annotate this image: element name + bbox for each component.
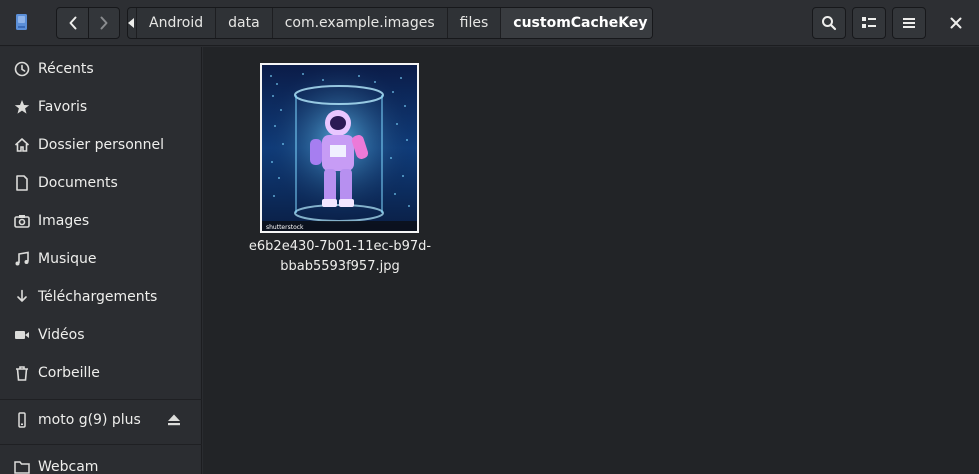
path-scroll-left-button[interactable] — [128, 8, 137, 38]
file-item[interactable]: shutterstock e6b2e430-7b01-11ec-b97d- bb… — [239, 63, 439, 283]
document-icon — [13, 175, 30, 192]
breadcrumb-data[interactable]: data — [216, 8, 273, 38]
sidebar-item-label: Webcam — [38, 459, 99, 474]
file-view: shutterstock e6b2e430-7b01-11ec-b97d- bb… — [203, 47, 979, 474]
astronaut-image-icon: shutterstock — [262, 65, 417, 231]
sidebar-item-telechargements[interactable]: Téléchargements — [0, 278, 202, 316]
breadcrumb-android[interactable]: Android — [137, 8, 217, 38]
search-button[interactable] — [812, 7, 846, 39]
star-icon — [13, 99, 30, 116]
drive-icon — [15, 13, 29, 32]
svg-text:shutterstock: shutterstock — [266, 224, 304, 231]
sidebar-item-favoris[interactable]: Favoris — [0, 88, 202, 126]
chevron-left-icon — [69, 16, 76, 30]
file-name: e6b2e430-7b01-11ec-b97d- bbab5593f957.jp… — [239, 237, 441, 277]
hamburger-menu-icon — [903, 18, 915, 28]
sidebar-item-musique[interactable]: Musique — [0, 240, 202, 278]
eject-button[interactable] — [166, 412, 182, 428]
sidebar-item-device-phone[interactable]: moto g(9) plus — [0, 401, 202, 439]
forward-button[interactable] — [88, 8, 119, 38]
download-icon — [13, 289, 30, 306]
sidebar-item-label: Images — [38, 213, 90, 229]
camera-icon — [13, 213, 30, 230]
sidebar-item-label: Vidéos — [38, 327, 85, 343]
search-icon — [822, 16, 837, 31]
view-mode-button[interactable] — [852, 7, 886, 39]
menu-button[interactable] — [892, 7, 926, 39]
chevron-right-icon — [100, 16, 108, 30]
sidebar-item-webcam[interactable]: Webcam — [0, 448, 202, 474]
image-thumbnail[interactable]: shutterstock — [260, 63, 419, 233]
sidebar-item-label: moto g(9) plus — [38, 412, 141, 428]
sidebar-item-documents[interactable]: Documents — [0, 164, 202, 202]
breadcrumb-com-example-images[interactable]: com.example.images — [273, 8, 448, 38]
eject-icon — [168, 414, 180, 426]
close-button[interactable] — [946, 13, 966, 33]
clock-icon — [13, 61, 30, 78]
phone-icon — [13, 412, 30, 429]
sidebar-item-label: Documents — [38, 175, 118, 191]
navigation-buttons — [56, 7, 120, 39]
sidebar-item-videos[interactable]: Vidéos — [0, 316, 202, 354]
view-list-icon — [862, 17, 876, 28]
sidebar-item-label: Musique — [38, 251, 97, 267]
breadcrumb-files[interactable]: files — [448, 8, 502, 38]
music-icon — [13, 251, 30, 268]
sidebar-divider — [0, 444, 202, 445]
sidebar-item-home[interactable]: Dossier personnel — [0, 126, 202, 164]
sidebar-item-images[interactable]: Images — [0, 202, 202, 240]
triangle-left-icon — [128, 18, 134, 28]
home-icon — [13, 137, 30, 154]
header-bar: Android data com.example.images files cu… — [0, 0, 979, 46]
sidebar-item-corbeille[interactable]: Corbeille — [0, 354, 202, 392]
sidebar-divider — [0, 399, 202, 400]
sidebar-item-label: Dossier personnel — [38, 137, 165, 153]
back-button[interactable] — [57, 8, 88, 38]
file-name-line: e6b2e430-7b01-11ec-b97d- — [248, 239, 432, 254]
file-name-line: bbab5593f957.jpg — [280, 259, 400, 274]
path-bar: Android data com.example.images files cu… — [127, 7, 653, 39]
sidebar-item-recents[interactable]: Récents — [0, 50, 202, 88]
sidebar-item-label: Corbeille — [38, 365, 100, 381]
sidebar-item-label: Récents — [38, 61, 94, 77]
sidebar-item-label: Téléchargements — [38, 289, 158, 305]
trash-icon — [13, 365, 30, 382]
close-icon — [950, 17, 962, 29]
video-icon — [13, 327, 30, 344]
breadcrumb-current[interactable]: customCacheKey — [501, 8, 652, 38]
folder-icon — [13, 459, 30, 474]
sidebar-item-label: Favoris — [38, 99, 88, 115]
sidebar: Récents Favoris Dossier personnel Docume… — [0, 47, 202, 474]
